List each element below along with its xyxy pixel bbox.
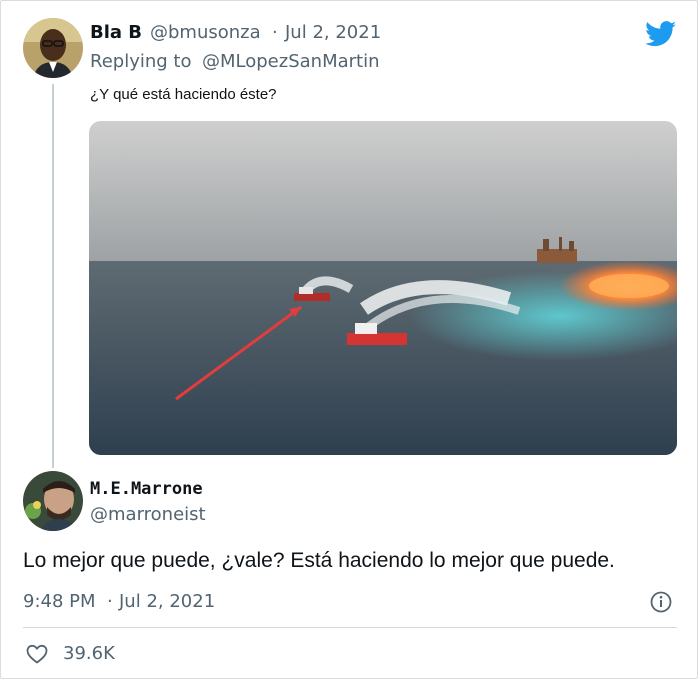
twitter-bird-icon[interactable] — [645, 21, 677, 47]
heart-icon[interactable] — [25, 642, 49, 666]
tweet-date[interactable]: Jul 2, 2021 — [119, 591, 215, 612]
like-count[interactable]: 39.6K — [63, 643, 115, 664]
info-icon[interactable] — [649, 590, 673, 614]
replying-to-handle[interactable]: @MLopezSanMartin — [202, 51, 380, 72]
tweet-date[interactable]: Jul 2, 2021 — [285, 22, 381, 43]
tweet-time[interactable]: 9:48 PM — [23, 591, 96, 612]
author-handle[interactable]: @bmusonza — [150, 22, 261, 43]
thread-connector-line — [52, 84, 54, 468]
replying-to-label: Replying to — [90, 51, 192, 72]
tweet-text: ¿Y qué está haciendo éste? — [90, 86, 277, 103]
separator-dot: · — [272, 22, 278, 43]
separator-dot: · — [107, 591, 113, 612]
avatar-marroneist[interactable] — [23, 471, 83, 531]
divider — [23, 627, 677, 628]
author-name[interactable]: Bla B — [90, 22, 142, 43]
tweet-media-photo[interactable] — [89, 121, 677, 455]
avatar-bmusonza[interactable] — [23, 18, 83, 78]
author-name[interactable]: M.E.Marrone — [90, 479, 203, 499]
author-handle[interactable]: @marroneist — [90, 504, 206, 525]
tweet-text: Lo mejor que puede, ¿vale? Está haciendo… — [23, 549, 615, 572]
